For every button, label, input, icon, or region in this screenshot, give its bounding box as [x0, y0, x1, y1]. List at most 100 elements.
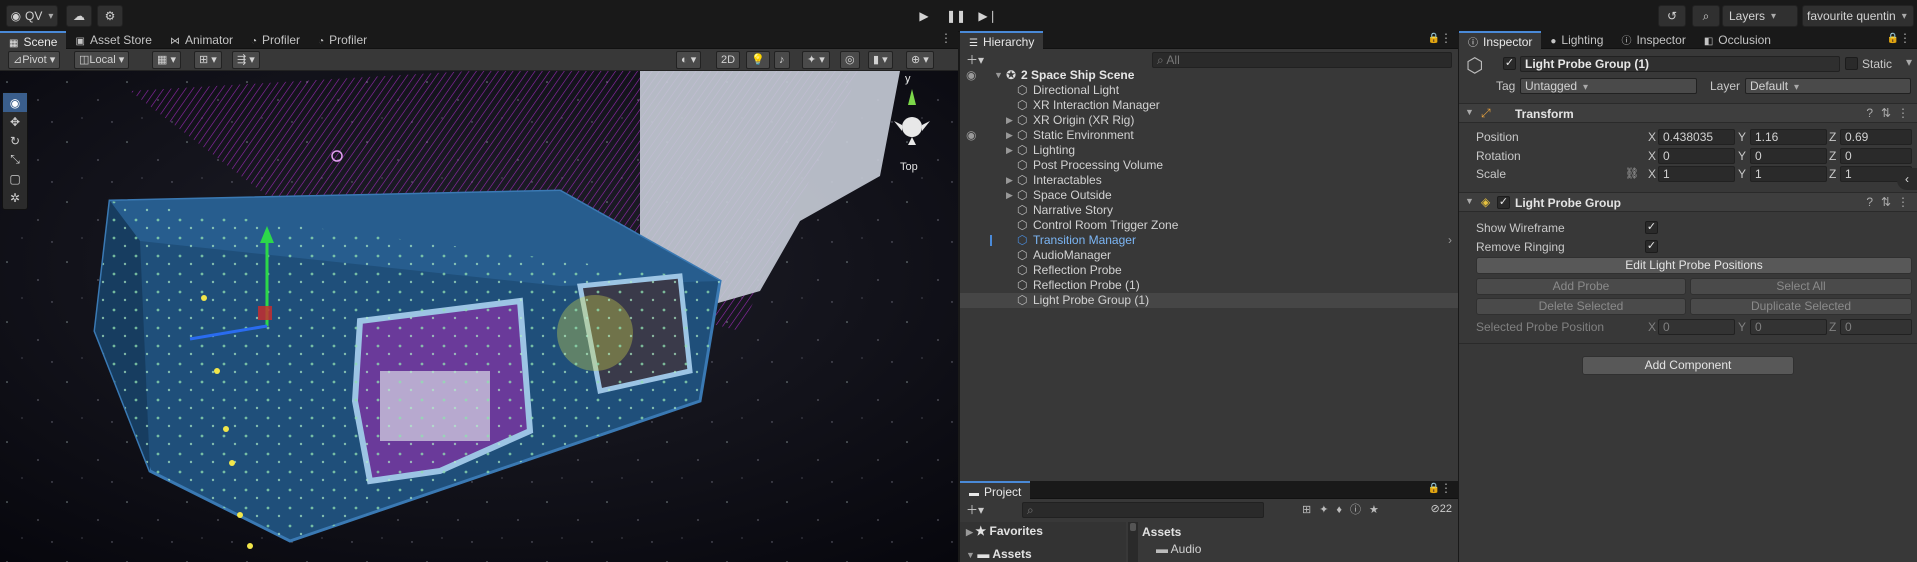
project-filter-icons[interactable]: ⊞✦♦ⓘ★ [1302, 501, 1387, 517]
prefab-open-chevron-icon[interactable]: › [1448, 233, 1452, 248]
rect-tool-icon[interactable]: ▢ [3, 169, 27, 188]
remove-ringing-checkbox[interactable]: ✓ [1645, 240, 1658, 253]
component-enabled-checkbox[interactable]: ✓ [1497, 196, 1510, 209]
more-menu-icon[interactable]: ⋮ [1440, 31, 1452, 45]
hierarchy-item[interactable]: ▶ ⬡ XR Origin (XR Rig) [960, 113, 1458, 128]
rotate-tool-icon[interactable]: ↻ [3, 131, 27, 150]
gizmos-dropdown[interactable]: ⊕ ▾ [906, 51, 934, 69]
lighting-toggle-icon[interactable]: 💡 [746, 51, 770, 69]
scale-y-field[interactable]: 1 [1750, 166, 1827, 182]
collab-icon[interactable]: ⚙ [97, 5, 123, 27]
object-name-field[interactable]: Light Probe Group (1) [1520, 56, 1840, 72]
hierarchy-item[interactable]: ▶ ⬡ Space Outside [960, 188, 1458, 203]
transform-header[interactable]: ▼ ⤢ Transform ? ⇅ ⋮ [1459, 103, 1917, 123]
pause-button[interactable]: ❚❚ [942, 5, 970, 27]
expand-arrow-icon[interactable]: ▶ [1006, 188, 1013, 203]
hierarchy-item[interactable]: ⬡ Reflection Probe (1) [960, 278, 1458, 293]
add-component-button[interactable]: Add Component [1582, 356, 1794, 375]
position-y-field[interactable]: 1.16 [1750, 129, 1827, 145]
pivot-dropdown[interactable]: ⊿Pivot ▾ [8, 51, 61, 69]
component-menu-icon[interactable]: ⋮ [1897, 195, 1909, 209]
lock-icon[interactable]: 🔒 [1428, 483, 1440, 494]
lock-icon[interactable]: 🔒 [1428, 33, 1440, 44]
favorites-row[interactable]: ▶ ★ Favorites [966, 524, 1043, 538]
effects-dropdown[interactable]: ✦ ▾ [802, 51, 830, 69]
hierarchy-item[interactable]: ⬡ Reflection Probe [960, 263, 1458, 278]
expand-arrow-icon[interactable]: ▶ [1006, 143, 1013, 158]
folder-item-audio[interactable]: ▬ Audio [1156, 542, 1201, 556]
add-object-button[interactable]: ＋▾ [966, 51, 984, 68]
audio-toggle-icon[interactable]: ♪ [774, 51, 790, 69]
layers-dropdown[interactable]: Layers [1722, 5, 1798, 27]
account-dropdown[interactable]: ◉ QV [6, 5, 58, 27]
show-wireframe-checkbox[interactable]: ✓ [1645, 221, 1658, 234]
tab-occlusion[interactable]: ◧ Occlusion [1695, 31, 1780, 49]
tab-profiler[interactable]: ◔ Profiler [242, 31, 309, 49]
position-z-field[interactable]: 0.69 [1840, 129, 1912, 145]
view-tool-icon[interactable]: ◉ [3, 93, 27, 112]
tab-inspector[interactable]: ⓘ Inspector [1459, 31, 1542, 49]
tab-profiler-2[interactable]: ◔ Profiler [309, 31, 376, 49]
local-dropdown[interactable]: ◫Local ▾ [74, 51, 130, 69]
create-asset-button[interactable]: ＋▾ [966, 501, 984, 518]
transform-tool-icon[interactable]: ✲ [3, 188, 27, 207]
tab-inspector-2[interactable]: ⓘ Inspector [1612, 31, 1694, 49]
more-menu-icon[interactable]: ⋮ [1899, 31, 1911, 45]
position-x-field[interactable]: 0.438035 [1658, 129, 1735, 145]
select-all-button[interactable]: Select All [1690, 278, 1912, 295]
hierarchy-item[interactable]: ▶ ⬡ Lighting [960, 143, 1458, 158]
step-button[interactable]: ▶❘ [974, 5, 1002, 27]
play-button[interactable]: ▶ [910, 5, 938, 27]
visibility-icon[interactable]: ◉ [966, 68, 976, 83]
tab-project[interactable]: ▬ Project [960, 481, 1031, 499]
tab-hierarchy[interactable]: ☰ Hierarchy [960, 31, 1044, 49]
hierarchy-search-input[interactable]: ⌕ All [1152, 52, 1452, 68]
rotation-z-field[interactable]: 0 [1840, 148, 1912, 164]
tab-asset-store[interactable]: ▣ Asset Store [66, 31, 160, 49]
hierarchy-item[interactable]: ▶ ⬡ Static Environment ◉ [960, 128, 1458, 143]
assets-row[interactable]: ▼ ▬ Assets [966, 547, 1032, 561]
toggle-2d-button[interactable]: 2D [716, 51, 741, 69]
cloud-icon[interactable]: ☁ [66, 5, 92, 27]
draw-mode-dropdown[interactable]: ◐ ▾ [676, 51, 702, 69]
tab-animator[interactable]: ⋈ Animator [161, 31, 242, 49]
edit-light-probe-positions-button[interactable]: Edit Light Probe Positions [1476, 257, 1912, 274]
collapse-panel-chevron-icon[interactable]: ‹ [1897, 168, 1917, 190]
layer-dropdown[interactable]: Default [1745, 78, 1911, 94]
scale-tool-icon[interactable]: ⤡ [3, 150, 27, 169]
hierarchy-item[interactable]: ⬡ AudioManager [960, 248, 1458, 263]
rotation-x-field[interactable]: 0 [1658, 148, 1735, 164]
more-menu-icon[interactable]: ⋮ [1440, 481, 1452, 495]
hidden-objects-icon[interactable]: ◎ [840, 51, 860, 69]
constrain-scale-icon[interactable]: ⛓ [1625, 167, 1639, 180]
history-icon[interactable]: ↺ [1658, 5, 1686, 27]
camera-dropdown[interactable]: ▮ ▾ [868, 51, 893, 69]
hierarchy-item[interactable]: ▶ ⬡ Interactables [960, 173, 1458, 188]
expand-arrow-icon[interactable]: ▼ [994, 68, 1003, 83]
preset-icon[interactable]: ⇅ [1881, 106, 1891, 120]
project-search-input[interactable]: ⌕ [1022, 502, 1264, 518]
hierarchy-item[interactable]: ⬡ Post Processing Volume [960, 158, 1458, 173]
rotation-y-field[interactable]: 0 [1750, 148, 1827, 164]
tab-lighting[interactable]: ● Lighting [1541, 31, 1612, 49]
tag-dropdown[interactable]: Untagged [1520, 78, 1697, 94]
visibility-icon[interactable]: ◉ [966, 128, 976, 143]
duplicate-selected-button[interactable]: Duplicate Selected [1690, 298, 1912, 315]
scene-row[interactable]: ◉ ▼ ✪ 2 Space Ship Scene [960, 68, 1458, 83]
help-icon[interactable]: ? [1866, 106, 1873, 120]
orientation-gizmo[interactable]: y Top [880, 71, 958, 181]
hierarchy-item[interactable]: ⬡ Narrative Story [960, 203, 1458, 218]
hierarchy-item[interactable]: ⬡ Control Room Trigger Zone [960, 218, 1458, 233]
project-scrollbar[interactable] [1128, 522, 1138, 562]
help-icon[interactable]: ? [1866, 195, 1873, 209]
align-button[interactable]: ⇶ ▾ [232, 51, 260, 69]
hierarchy-item[interactable]: ⬡ Transition Manager › [960, 233, 1458, 248]
add-probe-button[interactable]: Add Probe [1476, 278, 1686, 295]
hierarchy-item[interactable]: ⬡ Light Probe Group (1) [960, 293, 1458, 308]
increment-snap-button[interactable]: ⊞ ▾ [194, 51, 222, 69]
layout-dropdown[interactable]: favourite quentin [1802, 5, 1914, 27]
probe-z-field[interactable]: 0 [1840, 319, 1912, 335]
probe-y-field[interactable]: 0 [1750, 319, 1827, 335]
move-tool-icon[interactable]: ✥ [3, 112, 27, 131]
expand-arrow-icon[interactable]: ▶ [1006, 173, 1013, 188]
